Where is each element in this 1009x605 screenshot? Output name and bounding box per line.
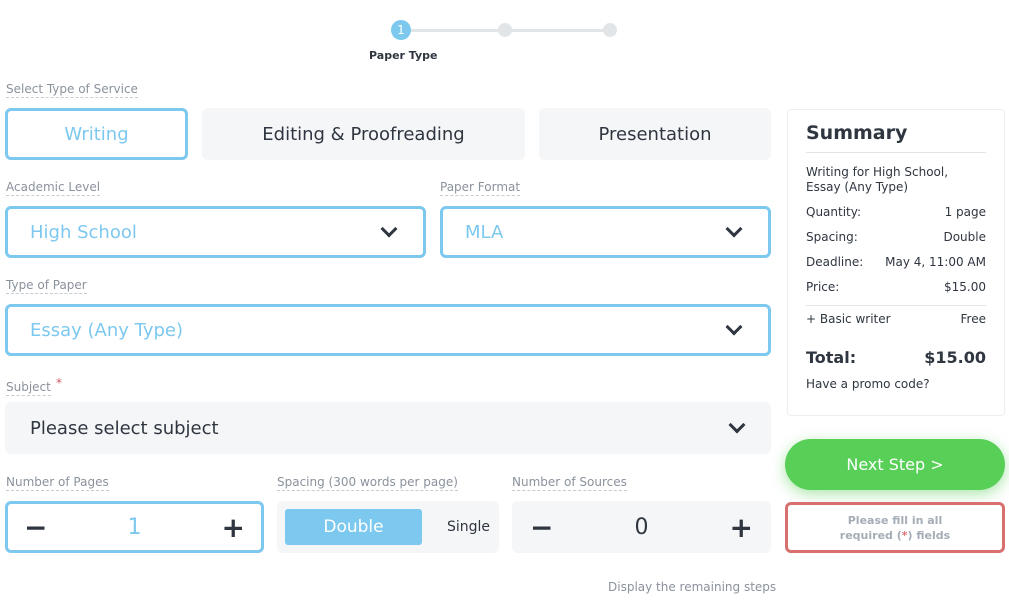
summary-panel: Summary Writing for High School, Essay (… (787, 109, 1005, 416)
warning-post: ) fields (907, 529, 951, 542)
service-label: Select Type of Service (6, 82, 138, 98)
minus-icon[interactable]: − (530, 511, 553, 544)
sources-label: Number of Sources (512, 475, 627, 491)
total-label: Total: (806, 348, 857, 367)
summary-row: Spacing: Double (806, 230, 986, 244)
academic-level-select[interactable]: High School (5, 206, 426, 258)
sources-stepper: − 0 + (512, 501, 771, 553)
subject-label: Subject (6, 380, 51, 396)
step-label: Paper Type (369, 49, 438, 62)
paper-type-select[interactable]: Essay (Any Type) (5, 304, 771, 356)
total-value: $15.00 (924, 348, 986, 367)
summary-row-label: Price: (806, 280, 840, 294)
subject-placeholder: Please select subject (30, 417, 219, 439)
academic-level-value: High School (30, 221, 137, 243)
pages-value[interactable]: 1 (128, 515, 142, 540)
spacing-label: Spacing (300 words per page) (277, 475, 458, 491)
chevron-down-icon (725, 318, 743, 336)
service-editing[interactable]: Editing & Proofreading (202, 108, 525, 160)
summary-total: Total: $15.00 (806, 348, 986, 367)
paper-format-label: Paper Format (440, 180, 521, 196)
minus-icon[interactable]: − (24, 511, 47, 544)
required-star: * (55, 376, 62, 390)
chevron-down-icon (725, 220, 743, 238)
summary-row: Deadline: May 4, 11:00 AM (806, 255, 986, 269)
chevron-down-icon (380, 220, 398, 238)
step-3 (603, 23, 617, 37)
summary-row-value: Double (943, 230, 986, 244)
sources-value[interactable]: 0 (635, 515, 649, 540)
summary-row-writer: + Basic writer Free (806, 305, 986, 326)
summary-row-label: Deadline: (806, 255, 864, 269)
step-1: 1 (391, 20, 411, 40)
paper-type-value: Essay (Any Type) (30, 319, 184, 341)
summary-row-label: Spacing: (806, 230, 858, 244)
step-2 (498, 23, 512, 37)
spacing-single[interactable]: Single (447, 519, 490, 535)
summary-row-label: Quantity: (806, 205, 862, 219)
service-writing[interactable]: Writing (5, 108, 188, 160)
pages-stepper: − 1 + (5, 501, 264, 553)
display-remaining-steps-link[interactable]: Display the remaining steps (608, 580, 776, 594)
chevron-down-icon (728, 416, 746, 434)
summary-row-value: May 4, 11:00 AM (885, 255, 986, 269)
plus-icon[interactable]: + (222, 511, 245, 544)
academic-level-label: Academic Level (6, 180, 101, 196)
subject-select[interactable]: Please select subject (5, 402, 771, 454)
writer-label: + Basic writer (806, 312, 891, 326)
paper-format-value: MLA (465, 221, 504, 243)
spacing-toggle: Double Single (277, 501, 499, 553)
warning-pre: required ( (839, 529, 902, 542)
next-step-button[interactable]: Next Step > (785, 439, 1005, 490)
promo-code-link[interactable]: Have a promo code? (806, 377, 986, 391)
plus-icon[interactable]: + (730, 511, 753, 544)
writer-value: Free (960, 312, 986, 326)
warning-line1: Please fill in all (847, 514, 943, 527)
spacing-double[interactable]: Double (285, 509, 422, 545)
paper-type-label: Type of Paper (6, 278, 87, 294)
summary-row: Quantity: 1 page (806, 205, 986, 219)
subject-label-wrap: Subject * (6, 376, 62, 396)
service-presentation[interactable]: Presentation (539, 108, 771, 160)
required-fields-warning: Please fill in all required (*) fields (785, 502, 1005, 553)
summary-description: Writing for High School, Essay (Any Type… (806, 165, 949, 194)
summary-title: Summary (806, 122, 986, 153)
summary-row-value: 1 page (944, 205, 986, 219)
summary-row-value: $15.00 (944, 280, 986, 294)
pages-label: Number of Pages (6, 475, 109, 491)
summary-row: Price: $15.00 (806, 280, 986, 294)
paper-format-select[interactable]: MLA (440, 206, 771, 258)
